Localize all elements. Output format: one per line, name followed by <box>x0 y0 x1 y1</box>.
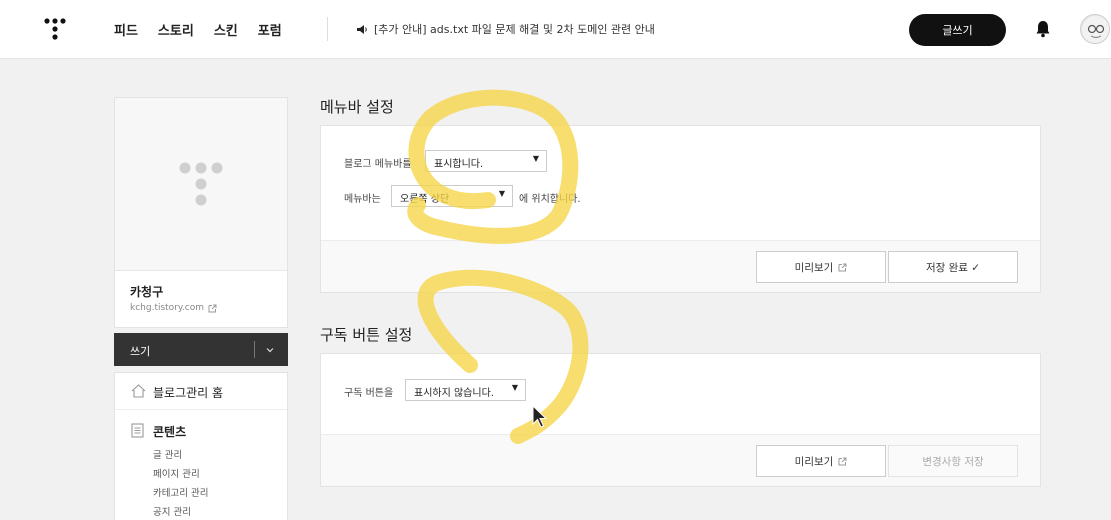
mouse-cursor-icon <box>532 405 548 428</box>
menubar-position-label: 메뉴바는 <box>344 194 381 205</box>
nav-story[interactable]: 스토리 <box>158 20 194 39</box>
bell-icon[interactable] <box>1035 20 1051 38</box>
subscribe-preview-button[interactable]: 미리보기 <box>756 445 886 477</box>
top-header: 피드 스토리 스킨 포럼 [추가 안내] ads.txt 파일 문제 해결 및 … <box>0 0 1111 59</box>
subscribe-settings-panel: 구독 버튼을 표시하지 않습니다. ▼ 미리보기 변경사항 저장 <box>320 353 1041 487</box>
top-nav: 피드 스토리 스킨 포럼 <box>114 20 282 39</box>
dropdown-arrow-icon: ▼ <box>532 154 539 163</box>
subscribe-show-label: 구독 버튼을 <box>344 388 394 399</box>
subscribe-save-button[interactable]: 변경사항 저장 <box>888 445 1018 477</box>
external-link-icon <box>208 304 217 312</box>
subscribe-show-value: 표시하지 않습니다. <box>414 388 494 399</box>
home-icon <box>131 384 146 398</box>
nav-feed[interactable]: 피드 <box>114 20 138 39</box>
sidebar-subitem-posts[interactable]: 글 관리 <box>153 447 182 461</box>
subscribe-section-title: 구독 버튼 설정 <box>320 326 413 344</box>
avatar-image-icon <box>1082 16 1109 43</box>
notice-link[interactable]: [추가 안내] ads.txt 파일 문제 해결 및 2차 도메인 관련 안내 <box>356 21 655 37</box>
preview-label: 미리보기 <box>794 261 834 274</box>
menubar-save-button[interactable]: 저장 완료 ✓ <box>888 251 1018 283</box>
blog-profile-card: 카청구 kchg.tistory.com <box>114 97 288 328</box>
header-divider <box>327 17 328 41</box>
menubar-position-value: 오른쪽 상단 <box>400 194 450 205</box>
menubar-preview-button[interactable]: 미리보기 <box>756 251 886 283</box>
menubar-section-title: 메뉴바 설정 <box>320 98 394 116</box>
sidebar-menu: 블로그관리 홈 콘텐츠 글 관리 페이지 관리 카테고리 관리 공지 관리 <box>114 372 288 520</box>
dropdown-arrow-icon: ▼ <box>511 383 518 392</box>
external-link-icon <box>838 457 847 465</box>
chevron-down-icon[interactable] <box>265 345 275 355</box>
blog-name: 카청구 <box>130 285 164 299</box>
nav-skin[interactable]: 스킨 <box>214 20 238 39</box>
document-icon <box>131 423 144 438</box>
sidebar-subitem-notices[interactable]: 공지 관리 <box>153 504 191 518</box>
menubar-settings-panel: 블로그 메뉴바를 표시합니다. ▼ 메뉴바는 오른쪽 상단 ▼ 에 위치합니다.… <box>320 125 1041 293</box>
sidebar-item-contents-label: 콘텐츠 <box>153 425 187 439</box>
sidebar-write-label: 쓰기 <box>130 345 151 358</box>
menubar-position-select[interactable]: 오른쪽 상단 ▼ <box>391 185 513 207</box>
preview-label: 미리보기 <box>794 455 834 468</box>
sidebar-subitem-pages[interactable]: 페이지 관리 <box>153 466 200 480</box>
menubar-position-suffix: 에 위치합니다. <box>519 194 581 205</box>
menubar-show-select[interactable]: 표시합니다. ▼ <box>425 150 547 172</box>
blog-thumbnail <box>115 98 287 271</box>
menubar-panel-footer: 미리보기 저장 완료 ✓ <box>321 240 1040 292</box>
blog-url-link[interactable]: kchg.tistory.com <box>130 303 217 313</box>
speaker-icon <box>357 24 367 34</box>
menubar-show-value: 표시합니다. <box>434 159 484 170</box>
user-avatar[interactable] <box>1080 14 1110 44</box>
subscribe-show-select[interactable]: 표시하지 않습니다. ▼ <box>405 379 526 401</box>
write-post-button[interactable]: 글쓰기 <box>909 14 1006 46</box>
nav-forum[interactable]: 포럼 <box>258 20 282 39</box>
sidebar-write-button[interactable]: 쓰기 <box>114 333 288 366</box>
external-link-icon <box>838 263 847 271</box>
subscribe-panel-footer: 미리보기 변경사항 저장 <box>321 434 1040 486</box>
menubar-show-label: 블로그 메뉴바를 <box>344 159 412 170</box>
sidebar-subitem-categories[interactable]: 카테고리 관리 <box>153 485 208 499</box>
dropdown-arrow-icon: ▼ <box>498 189 505 198</box>
sidebar-item-home-label: 블로그관리 홈 <box>153 386 224 400</box>
tistory-placeholder-icon <box>179 162 223 206</box>
notice-text: [추가 안내] ads.txt 파일 문제 해결 및 2차 도메인 관련 안내 <box>374 23 655 36</box>
write-button-divider <box>254 341 255 358</box>
blog-url: kchg.tistory.com <box>130 303 205 313</box>
tistory-logo-icon[interactable] <box>42 16 68 42</box>
sidebar-item-home[interactable]: 블로그관리 홈 <box>115 373 287 410</box>
